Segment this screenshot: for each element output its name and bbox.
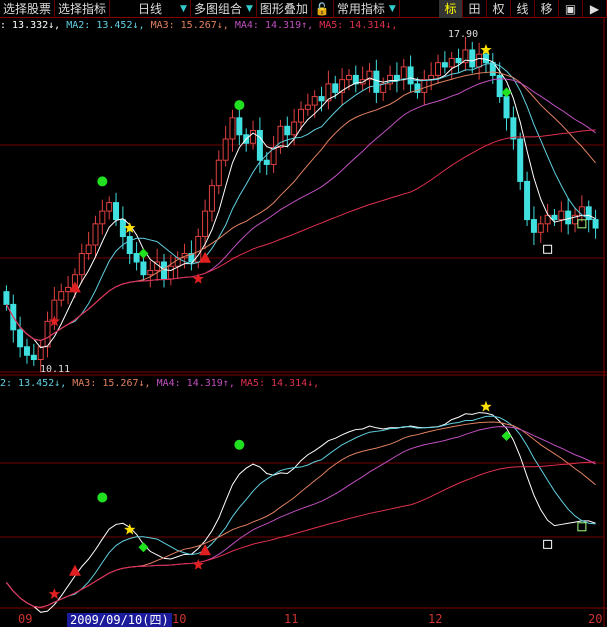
candle-body: [3, 291, 10, 305]
candle-body: [311, 96, 318, 106]
candle-body: [119, 219, 126, 238]
signal-diamond-icon: [138, 542, 149, 553]
candle-body: [23, 346, 30, 356]
candle-body: [537, 223, 544, 233]
signal-circle-icon: [234, 100, 245, 111]
candle-body: [476, 53, 483, 68]
candle-body: [304, 104, 311, 110]
candle-body: [202, 210, 209, 238]
signal-diamond-icon: [138, 248, 149, 259]
candle-body: [284, 125, 291, 136]
ma3-value: MA3: 15.267↓,: [150, 20, 229, 31]
ma2-value: 2: 13.452↓,: [0, 378, 67, 389]
candle-body: [229, 117, 236, 140]
x-axis-label: 12: [428, 612, 443, 626]
stock-chart[interactable]: [0, 0, 607, 627]
signal-star-icon: [192, 558, 204, 570]
candle-body: [517, 138, 524, 182]
upper-ma-legend: : 13.332↓, MA2: 13.452↓, MA3: 15.267↓, M…: [0, 19, 397, 32]
signal-square-icon: [577, 522, 587, 532]
ma-line-lower: [6, 461, 596, 608]
ma5-value: MA5: 14.314↓,: [240, 378, 320, 389]
candle-body: [558, 210, 565, 221]
candle-body: [421, 79, 428, 93]
candle-body: [291, 121, 298, 136]
candle-body: [106, 202, 113, 212]
signal-circle-icon: [234, 439, 245, 450]
ma1-value: : 13.332↓,: [0, 20, 61, 31]
lower-ma-legend: 2: 13.452↓, MA3: 15.267↓, MA4: 14.319↑, …: [0, 377, 319, 390]
candle-body: [380, 83, 387, 93]
signal-square-icon: [543, 539, 553, 549]
candle-body: [551, 214, 558, 221]
signal-circle-icon: [97, 176, 108, 187]
candle-body: [208, 185, 215, 212]
candle-body: [565, 210, 572, 225]
candle-body: [345, 74, 352, 81]
candle-body: [113, 202, 120, 221]
x-axis-label: 09: [18, 612, 33, 626]
ma5-value: MA5: 14.314↓,: [319, 20, 398, 31]
candle-body: [30, 354, 37, 361]
candle-body: [167, 265, 174, 280]
candle-body: [482, 53, 489, 64]
signal-star-icon: [48, 588, 61, 599]
candle-body: [99, 210, 106, 225]
signal-diamond-icon: [501, 431, 512, 441]
candle-body: [58, 291, 65, 301]
candle-body: [85, 244, 92, 255]
candle-body: [147, 269, 154, 276]
candle-body: [17, 329, 24, 348]
candle-body: [298, 108, 304, 123]
candle-body: [407, 66, 414, 85]
candle-body: [250, 130, 257, 144]
ma-line-lower: [6, 415, 596, 608]
candle-body: [400, 66, 407, 81]
x-axis-label: 20: [588, 612, 603, 626]
candle-body: [140, 261, 147, 276]
candle-body: [78, 253, 85, 276]
cursor-date: 2009/09/10(四): [67, 613, 172, 627]
candle-body: [195, 236, 202, 263]
ma4-value: MA4: 14.319↑,: [156, 378, 235, 389]
candle-body: [222, 138, 229, 161]
low-price-label: 10.11: [40, 364, 71, 375]
ma3-value: MA3: 15.267↓,: [72, 378, 151, 389]
candle-body: [578, 206, 585, 216]
candle-body: [126, 236, 133, 255]
candle-body: [448, 57, 455, 68]
ma2-value: MA2: 13.452↓,: [66, 20, 145, 31]
candle-body: [455, 57, 462, 64]
candle-body: [236, 117, 243, 136]
candle-body: [524, 180, 531, 221]
candle-body: [373, 70, 380, 93]
candle-body: [441, 62, 448, 68]
candle-body: [92, 223, 99, 246]
ma-line-lower: [6, 426, 596, 608]
high-price-label: 17.90: [448, 29, 479, 40]
candle-body: [160, 261, 167, 280]
candle-body: [435, 62, 442, 76]
signal-square-icon: [543, 244, 553, 254]
candle-body: [530, 219, 537, 233]
signal-circle-icon: [97, 492, 108, 503]
candle-body: [37, 346, 44, 361]
candle-body: [318, 96, 325, 102]
candle-body: [332, 83, 339, 93]
candle-body: [215, 159, 222, 187]
candle-body: [592, 219, 599, 229]
candle-body: [503, 96, 510, 119]
candle-body: [256, 130, 263, 161]
candle-body: [393, 74, 400, 81]
candle-body: [510, 117, 517, 140]
signal-star-icon: [480, 400, 492, 412]
x-axis-label: 11: [284, 612, 299, 626]
candle-body: [263, 159, 270, 165]
ma-line-lower: [6, 421, 596, 608]
x-axis-label: 10: [172, 612, 187, 626]
candle-body: [469, 49, 476, 68]
ma4-value: MA4: 14.319↑,: [234, 20, 314, 31]
candle-body: [133, 253, 140, 263]
